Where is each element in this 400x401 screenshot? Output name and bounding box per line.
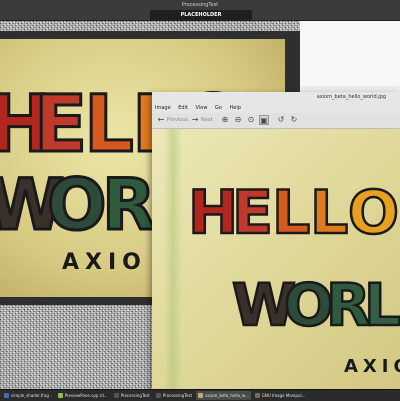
viewer-menubar: Image Edit View Go Help [152,103,400,113]
preview-letter-o2: O [47,164,107,246]
processing-window-title: ProcessingTest [181,2,219,8]
viewer-image: H E L L O W O R L AXIO [152,129,400,390]
viewer-title: axiom_beta_hello_world.jpg [152,92,400,103]
menu-go[interactable]: Go [212,103,225,113]
viewer-letter-e: E [232,178,273,248]
app-icon [155,393,161,398]
next-button[interactable]: Next [201,116,213,125]
taskbar-item-label: ProcessingTest [120,393,150,398]
rotate-left-icon[interactable]: ↺ [276,115,286,125]
taskbar-item[interactable]: GNU Image Manipul... [253,391,308,400]
viewer-letter-o: O [348,178,399,248]
image-file-icon [198,393,204,398]
viewer-letter-h: H [188,178,238,248]
taskbar-item-label: GNU Image Manipul... [261,393,306,398]
viewer-letters-axiom: AXIO [344,356,400,377]
menu-help[interactable]: Help [227,103,244,113]
taskbar-item-label: PreviewPane.cpp (d... [64,393,108,398]
preview-letter-l1: L [84,80,134,170]
app-icon [113,393,119,398]
next-arrow-icon: → [191,115,199,124]
preview-letters-axiom: AXIO [62,250,147,275]
taskbar-item[interactable]: PreviewPane.cpp (d... [56,391,110,400]
preview-letter-r: R [102,164,156,246]
zoom-normal-icon[interactable]: ⊙ [246,115,256,125]
viewer-letter-l2: L [310,178,348,248]
taskbar-item-label: simple_shader.frag - [11,393,52,398]
taskbar-item[interactable]: simple_shader.frag - [2,391,54,400]
preview-letter-e: E [34,80,87,170]
zoom-out-icon[interactable]: ⊖ [233,115,243,125]
taskbar-item-label: ProcessingTest [162,393,193,398]
placeholder-label: PLACEHOLDER [150,10,252,20]
text-editor-icon [4,393,9,398]
gimp-icon [254,393,260,398]
menu-edit[interactable]: Edit [175,103,191,113]
ide-icon [57,393,63,398]
processing-window-titlebar[interactable]: ProcessingTest PLACEHOLDER [0,0,400,21]
image-viewer-window[interactable]: axiom_beta_hello_world.jpg Image Edit Vi… [152,92,400,390]
menu-view[interactable]: View [193,103,211,113]
viewer-toolbar: ← Previous → Next ⊕ ⊖ ⊙ ▣ ↺ ↻ [152,113,400,129]
taskbar-item[interactable]: axiom_beta_hello_w... [196,391,251,400]
background-panel [300,21,400,86]
zoom-in-icon[interactable]: ⊕ [220,115,230,125]
taskbar-item-label: axiom_beta_hello_w... [205,393,249,398]
menu-image[interactable]: Image [152,103,174,113]
viewer-letter-l1: L [272,178,310,248]
viewer-letter-l3: L [364,271,400,339]
zoom-fit-icon[interactable]: ▣ [259,115,269,125]
previous-button[interactable]: Previous [167,116,188,125]
taskbar-item[interactable]: ProcessingTest [154,391,194,400]
rotate-right-icon[interactable]: ↻ [289,115,299,125]
taskbar-item[interactable]: ProcessingTest [112,391,152,400]
previous-arrow-icon: ← [157,115,165,124]
taskbar: simple_shader.frag - PreviewPane.cpp (d.… [0,389,400,401]
